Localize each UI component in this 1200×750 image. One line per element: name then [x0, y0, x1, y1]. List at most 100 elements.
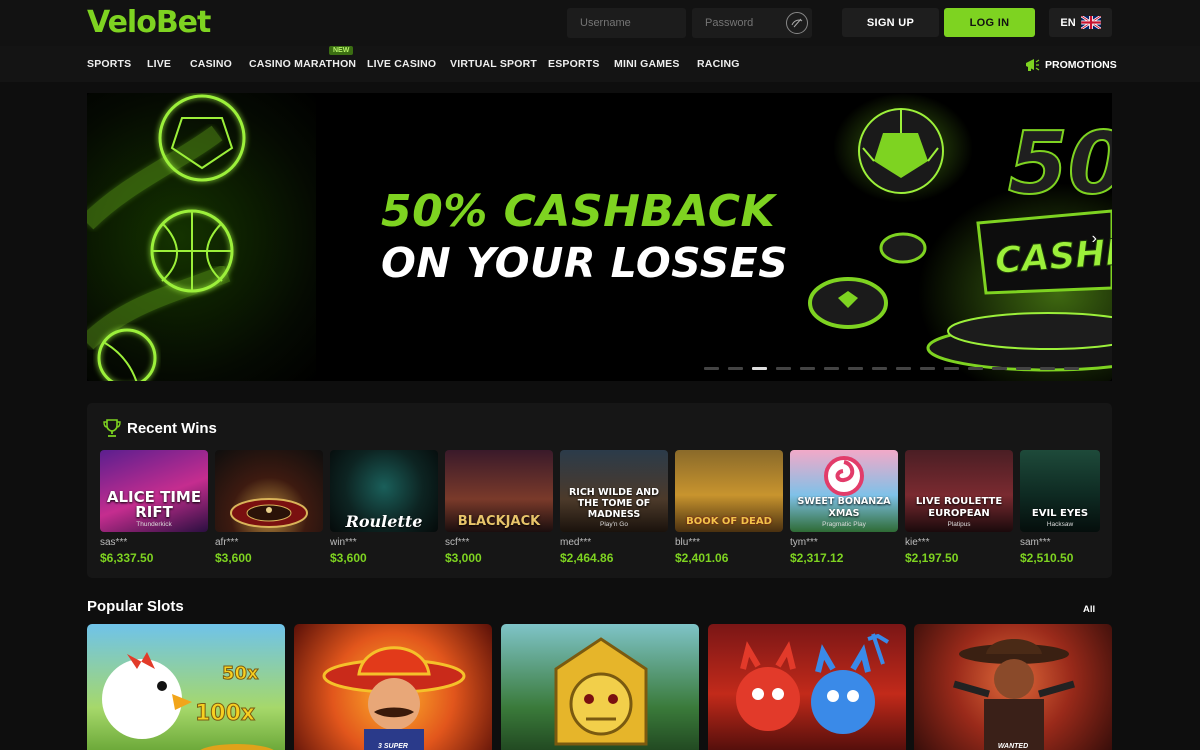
show-password-icon[interactable] — [786, 12, 808, 34]
win-card[interactable]: SWEET BONANZA XMAS Pragmatic Play tym***… — [790, 450, 898, 565]
game-thumbnail[interactable]: BOOK OF DEAD — [675, 450, 783, 532]
nav-racing[interactable]: RACING — [697, 58, 740, 70]
banner-page-dot[interactable] — [800, 367, 815, 370]
promotions-link[interactable]: PROMOTIONS — [1025, 58, 1117, 72]
banner-page-dot[interactable] — [1064, 367, 1079, 370]
recent-wins-title: Recent Wins — [127, 420, 217, 437]
win-amount: $2,464.86 — [560, 551, 614, 565]
nav-virtual-sport[interactable]: VIRTUAL SPORT — [450, 58, 537, 70]
banner-page-dot[interactable] — [776, 367, 791, 370]
game-thumbnail[interactable]: SWEET BONANZA XMAS Pragmatic Play — [790, 450, 898, 532]
svg-text:100x: 100x — [195, 701, 255, 726]
banner-page-dot[interactable] — [848, 367, 863, 370]
banner-page-dot[interactable] — [944, 367, 959, 370]
language-selector[interactable]: EN — [1049, 8, 1112, 37]
game-thumbnail[interactable]: RICH WILDE AND THE TOME OF MADNESS Play'… — [560, 450, 668, 532]
game-thumbnail[interactable]: Roulette — [330, 450, 438, 532]
win-card[interactable]: RICH WILDE AND THE TOME OF MADNESS Play'… — [560, 450, 668, 565]
banner-page-dot[interactable] — [704, 367, 719, 370]
username-input[interactable] — [567, 8, 686, 38]
nav-live-casino[interactable]: LIVE CASINO — [367, 58, 436, 70]
slot-tile[interactable] — [708, 624, 906, 750]
game-provider: Platipus — [947, 521, 971, 528]
slot-art — [322, 646, 466, 750]
win-amount: $2,197.50 — [905, 551, 959, 565]
game-title: BLACKJACK — [457, 514, 541, 529]
win-amount: $3,600 — [215, 551, 252, 565]
game-thumbnail[interactable]: BLACKJACK — [445, 450, 553, 532]
game-title: SWEET BONANZA XMAS — [797, 496, 891, 519]
nav-live[interactable]: LIVE — [147, 58, 171, 70]
game-title: RICH WILDE AND THE TOME OF MADNESS — [568, 487, 660, 520]
promotions-label: PROMOTIONS — [1045, 59, 1117, 71]
game-thumbnail[interactable] — [215, 450, 323, 532]
game-thumbnail[interactable]: EVIL EYES Hacksaw — [1020, 450, 1100, 532]
nav-casino-marathon[interactable]: CASINO MARATHON — [249, 58, 356, 70]
banner-page-dot[interactable] — [1040, 367, 1055, 370]
top-bar: VeloBet SIGN UP LOG IN EN — [0, 0, 1200, 46]
slot-tile[interactable]: 3 SUPER — [294, 624, 492, 750]
game-thumbnail[interactable]: LIVE ROULETTE EUROPEAN Platipus — [905, 450, 1013, 532]
logo[interactable]: VeloBet — [87, 5, 211, 40]
nav-mini-games[interactable]: MINI GAMES — [614, 58, 680, 70]
game-title: BOOK OF DEAD — [686, 516, 772, 527]
banner-page-dot[interactable] — [752, 367, 767, 370]
banner-page-dot[interactable] — [728, 367, 743, 370]
roulette-wheel-icon — [230, 498, 308, 528]
banner-side-art — [87, 93, 316, 381]
banner-main-slide: 50 CASHBA — [318, 93, 1112, 381]
win-card[interactable]: Roulette win*** $3,600 — [330, 450, 438, 565]
view-all-link[interactable]: All — [1083, 604, 1095, 615]
nav-casino[interactable]: CASINO — [190, 58, 232, 70]
slot-tile[interactable]: 50x 100x — [87, 624, 285, 750]
banner-headline: 50% CASHBACK — [381, 186, 776, 237]
game-provider: Thunderkick — [136, 521, 172, 528]
sign-up-button[interactable]: SIGN UP — [842, 8, 939, 37]
nav-sports[interactable]: SPORTS — [87, 58, 131, 70]
win-amount: $2,317.12 — [790, 551, 844, 565]
svg-text:50x: 50x — [222, 663, 259, 684]
banner-page-dot[interactable] — [896, 367, 911, 370]
winner-username: blu*** — [675, 537, 701, 548]
winner-username: med*** — [560, 537, 592, 548]
winner-username: win*** — [330, 537, 357, 548]
winner-username: kie*** — [905, 537, 930, 548]
slot-art — [736, 633, 890, 734]
game-provider: Hacksaw — [1046, 521, 1074, 528]
uk-flag-icon — [1080, 16, 1101, 29]
slot-tile[interactable] — [501, 624, 699, 750]
recent-wins-panel: Recent Wins ALICE TIME RIFT Thunderkick … — [87, 403, 1112, 578]
banner-pagination — [704, 367, 1079, 370]
banner-page-dot[interactable] — [824, 367, 839, 370]
popular-slots-title: Popular Slots — [87, 598, 184, 615]
win-amount: $3,000 — [445, 551, 482, 565]
banner-page-dot[interactable] — [992, 367, 1007, 370]
game-title: LIVE ROULETTE EUROPEAN — [915, 496, 1003, 519]
win-amount: $3,600 — [330, 551, 367, 565]
win-card[interactable]: LIVE ROULETTE EUROPEAN Platipus kie*** $… — [905, 450, 1013, 565]
win-card[interactable]: ALICE TIME RIFT Thunderkick sas*** $6,33… — [100, 450, 208, 565]
slot-art — [953, 639, 1075, 750]
slot-tile[interactable]: WANTED — [914, 624, 1112, 750]
win-card[interactable]: EVIL EYES Hacksaw sam*** $2,510.50 — [1020, 450, 1100, 565]
banner-page-dot[interactable] — [968, 367, 983, 370]
game-thumbnail[interactable]: ALICE TIME RIFT Thunderkick — [100, 450, 208, 532]
nav-esports[interactable]: ESPORTS — [548, 58, 600, 70]
slot-title: 3 SUPER — [378, 743, 408, 750]
promo-banner[interactable]: 50 CASHBA 50% CASHBACK ON YOUR LOSSES › — [87, 93, 1112, 381]
game-title: EVIL EYES — [1031, 508, 1089, 519]
win-amount: $2,401.06 — [675, 551, 729, 565]
game-provider: Pragmatic Play — [822, 521, 866, 528]
win-card[interactable]: BLACKJACK scf*** $3,000 — [445, 450, 553, 565]
win-card[interactable]: BOOK OF DEAD blu*** $2,401.06 — [675, 450, 783, 565]
game-title: Roulette — [345, 512, 423, 531]
language-code: EN — [1060, 16, 1076, 29]
new-badge: NEW — [329, 46, 354, 55]
log-in-button[interactable]: LOG IN — [944, 8, 1035, 37]
banner-page-dot[interactable] — [872, 367, 887, 370]
win-card[interactable]: afr*** $3,600 — [215, 450, 323, 565]
banner-page-dot[interactable] — [1016, 367, 1031, 370]
game-title: ALICE TIME RIFT — [106, 488, 202, 521]
banner-page-dot[interactable] — [920, 367, 935, 370]
banner-next-arrow-icon[interactable]: › — [1092, 230, 1097, 248]
